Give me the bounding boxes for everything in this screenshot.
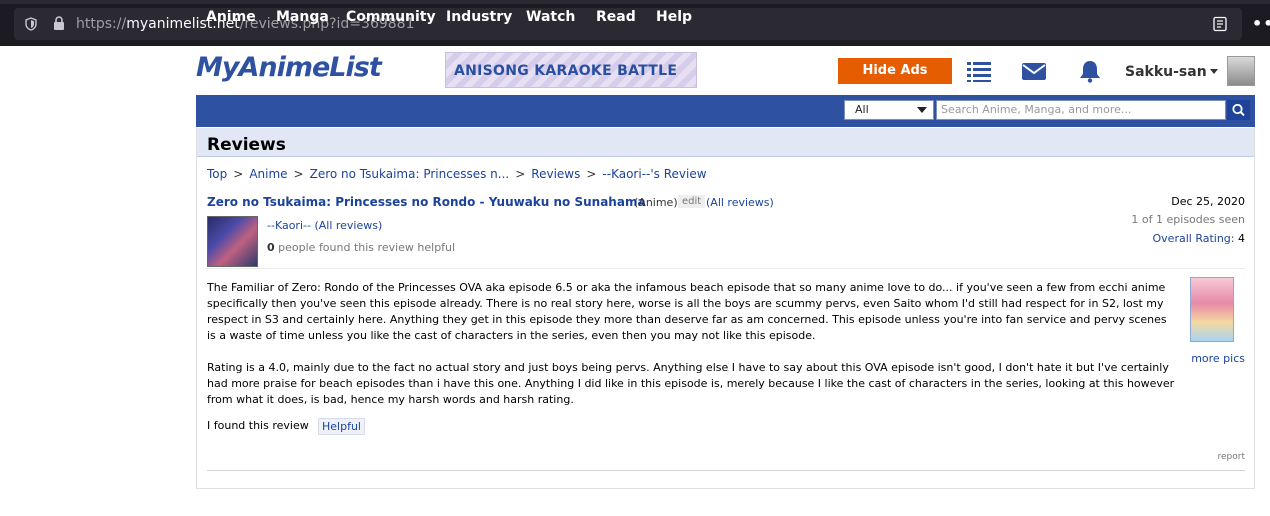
breadcrumb-current[interactable]: --Kaori--'s Review — [602, 167, 706, 181]
page-title: Reviews — [207, 135, 286, 155]
reader-view-icon[interactable] — [1212, 16, 1228, 32]
page-title-bar — [197, 128, 1254, 157]
helpful-number: 0 — [267, 241, 275, 254]
reviewer-info: --Kaori-- (All reviews) — [267, 219, 382, 232]
messages-icon[interactable] — [1021, 59, 1047, 83]
review-paragraph: The Familiar of Zero: Rondo of the Princ… — [207, 281, 1167, 342]
chevron-down-icon[interactable] — [1210, 69, 1218, 74]
nav-community[interactable]: Community — [346, 9, 436, 25]
overall-rating-value: 4 — [1238, 232, 1245, 245]
review-date: Dec 25, 2020 — [1171, 195, 1245, 208]
promo-banner[interactable]: ANISONG KARAOKE BATTLE — [445, 52, 697, 88]
list-icon[interactable] — [966, 59, 992, 83]
lock-icon[interactable] — [52, 15, 66, 31]
reviewer-all-reviews-link[interactable]: (All reviews) — [314, 219, 382, 232]
search-input[interactable]: Search Anime, Manga, and more... — [936, 100, 1226, 120]
nav-manga[interactable]: Manga — [276, 9, 329, 25]
breadcrumb-anime[interactable]: Anime — [249, 167, 287, 181]
report-link[interactable]: report — [1218, 452, 1246, 462]
banner-text: ANISONG KARAOKE BATTLE — [454, 63, 678, 79]
site-logo[interactable]: MyAnimeList — [196, 52, 382, 83]
helpful-count: 0 people found this review helpful — [267, 241, 455, 254]
found-review-label: I found this review — [207, 419, 309, 432]
helpful-button[interactable]: Helpful — [318, 418, 365, 435]
nav-read[interactable]: Read — [596, 9, 636, 25]
nav-anime[interactable]: Anime — [206, 9, 256, 25]
breadcrumb-reviews[interactable]: Reviews — [531, 167, 580, 181]
user-menu[interactable]: Sakku-san — [1125, 64, 1207, 80]
review-paragraph: Rating is a 4.0, mainly due to the fact … — [207, 361, 1175, 406]
hide-ads-button[interactable]: Hide Ads — [838, 58, 952, 84]
notifications-bell-icon[interactable] — [1077, 59, 1103, 83]
tracking-protection-icon[interactable] — [24, 17, 38, 31]
more-pics-link[interactable]: more pics — [1191, 352, 1245, 365]
helpful-label: people found this review helpful — [278, 241, 456, 254]
divider — [207, 470, 1245, 471]
edit-button[interactable]: edit — [678, 195, 706, 208]
overall-rating: Overall Rating: 4 — [1153, 232, 1245, 245]
reviewer-avatar[interactable] — [207, 216, 258, 267]
overall-rating-label[interactable]: Overall Rating: — [1153, 232, 1235, 245]
user-avatar[interactable] — [1227, 56, 1255, 86]
all-reviews-title-link[interactable]: (All reviews) — [706, 196, 774, 209]
more-menu-icon[interactable]: ••• — [1252, 14, 1270, 33]
nav-help[interactable]: Help — [656, 9, 692, 25]
nav-watch[interactable]: Watch — [526, 9, 575, 25]
nav-industry[interactable]: Industry — [446, 9, 512, 25]
search-scope-select[interactable]: All — [844, 100, 934, 120]
search-button[interactable] — [1227, 100, 1250, 120]
tab-strip — [0, 0, 1270, 4]
breadcrumb-top[interactable]: Top — [207, 167, 227, 181]
review-anime-title[interactable]: Zero no Tsukaima: Princesses no Rondo - … — [207, 195, 646, 209]
dropdown-caret-icon — [917, 107, 927, 113]
breadcrumb-series[interactable]: Zero no Tsukaima: Princesses n... — [310, 167, 510, 181]
breadcrumb: Top > Anime > Zero no Tsukaima: Princesses n… — [207, 167, 707, 181]
divider — [207, 268, 1245, 269]
episodes-seen: 1 of 1 episodes seen — [1131, 213, 1245, 226]
review-media-type: (Anime) — [634, 196, 678, 209]
search-icon — [1232, 103, 1245, 117]
search-scope-value: All — [855, 103, 869, 116]
review-body: The Familiar of Zero: Rondo of the Princ… — [207, 280, 1177, 424]
anime-cover-thumbnail[interactable] — [1190, 277, 1234, 342]
reviewer-name[interactable]: --Kaori-- — [267, 219, 311, 232]
